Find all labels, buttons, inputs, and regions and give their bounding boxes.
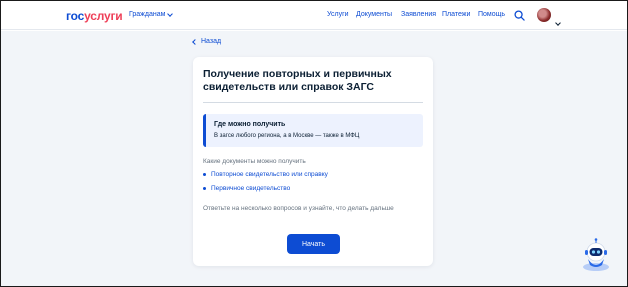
docs-question: Какие документы можно получить: [203, 158, 306, 165]
logo-part-uslugi: услуги: [84, 9, 123, 23]
profile-menu-toggle[interactable]: [555, 12, 561, 30]
service-card: Получение повторных и первичных свидетел…: [193, 57, 433, 266]
top-header: госуслуги Гражданам Услуги Документы Зая…: [1, 1, 627, 30]
option-primary-certificate[interactable]: Первичное свидетельство: [203, 185, 290, 192]
chevron-down-icon: [555, 20, 561, 26]
chevron-down-icon: [167, 10, 174, 17]
bullet-icon: [203, 187, 206, 190]
nav-documents[interactable]: Документы: [356, 11, 392, 18]
audience-label: Гражданам: [129, 11, 166, 18]
logo-part-gos: гос: [66, 9, 85, 23]
bullet-icon: [203, 173, 206, 176]
gosuslugi-logo[interactable]: госуслуги: [66, 9, 123, 23]
start-button[interactable]: Начать: [287, 234, 340, 254]
robot-assistant-icon[interactable]: [578, 237, 614, 273]
option-label: Первичное свидетельство: [211, 185, 291, 192]
audience-selector[interactable]: Гражданам: [129, 10, 174, 18]
nav-help[interactable]: Помощь: [478, 11, 505, 18]
info-text: В загсе любого региона, а в Москве — так…: [214, 133, 360, 139]
nav-applications[interactable]: Заявления: [401, 11, 436, 18]
nav-payments[interactable]: Платежи: [442, 11, 470, 18]
back-label: Назад: [201, 38, 222, 45]
nav-services[interactable]: Услуги: [327, 11, 349, 18]
option-repeat-certificate[interactable]: Повторное свидетельство или справку: [203, 171, 328, 178]
search-icon[interactable]: [514, 10, 525, 21]
avatar[interactable]: [537, 8, 551, 22]
divider: [203, 102, 423, 103]
hint-text: Ответьте на несколько вопросов и узнайте…: [203, 205, 394, 212]
back-link[interactable]: Назад: [192, 38, 222, 45]
option-label: Повторное свидетельство или справку: [211, 171, 328, 178]
page-title: Получение повторных и первичных свидетел…: [203, 68, 392, 93]
info-title: Где можно получить: [214, 121, 286, 128]
info-box: Где можно получить В загсе любого регион…: [203, 114, 423, 147]
chevron-left-icon: [192, 38, 198, 45]
